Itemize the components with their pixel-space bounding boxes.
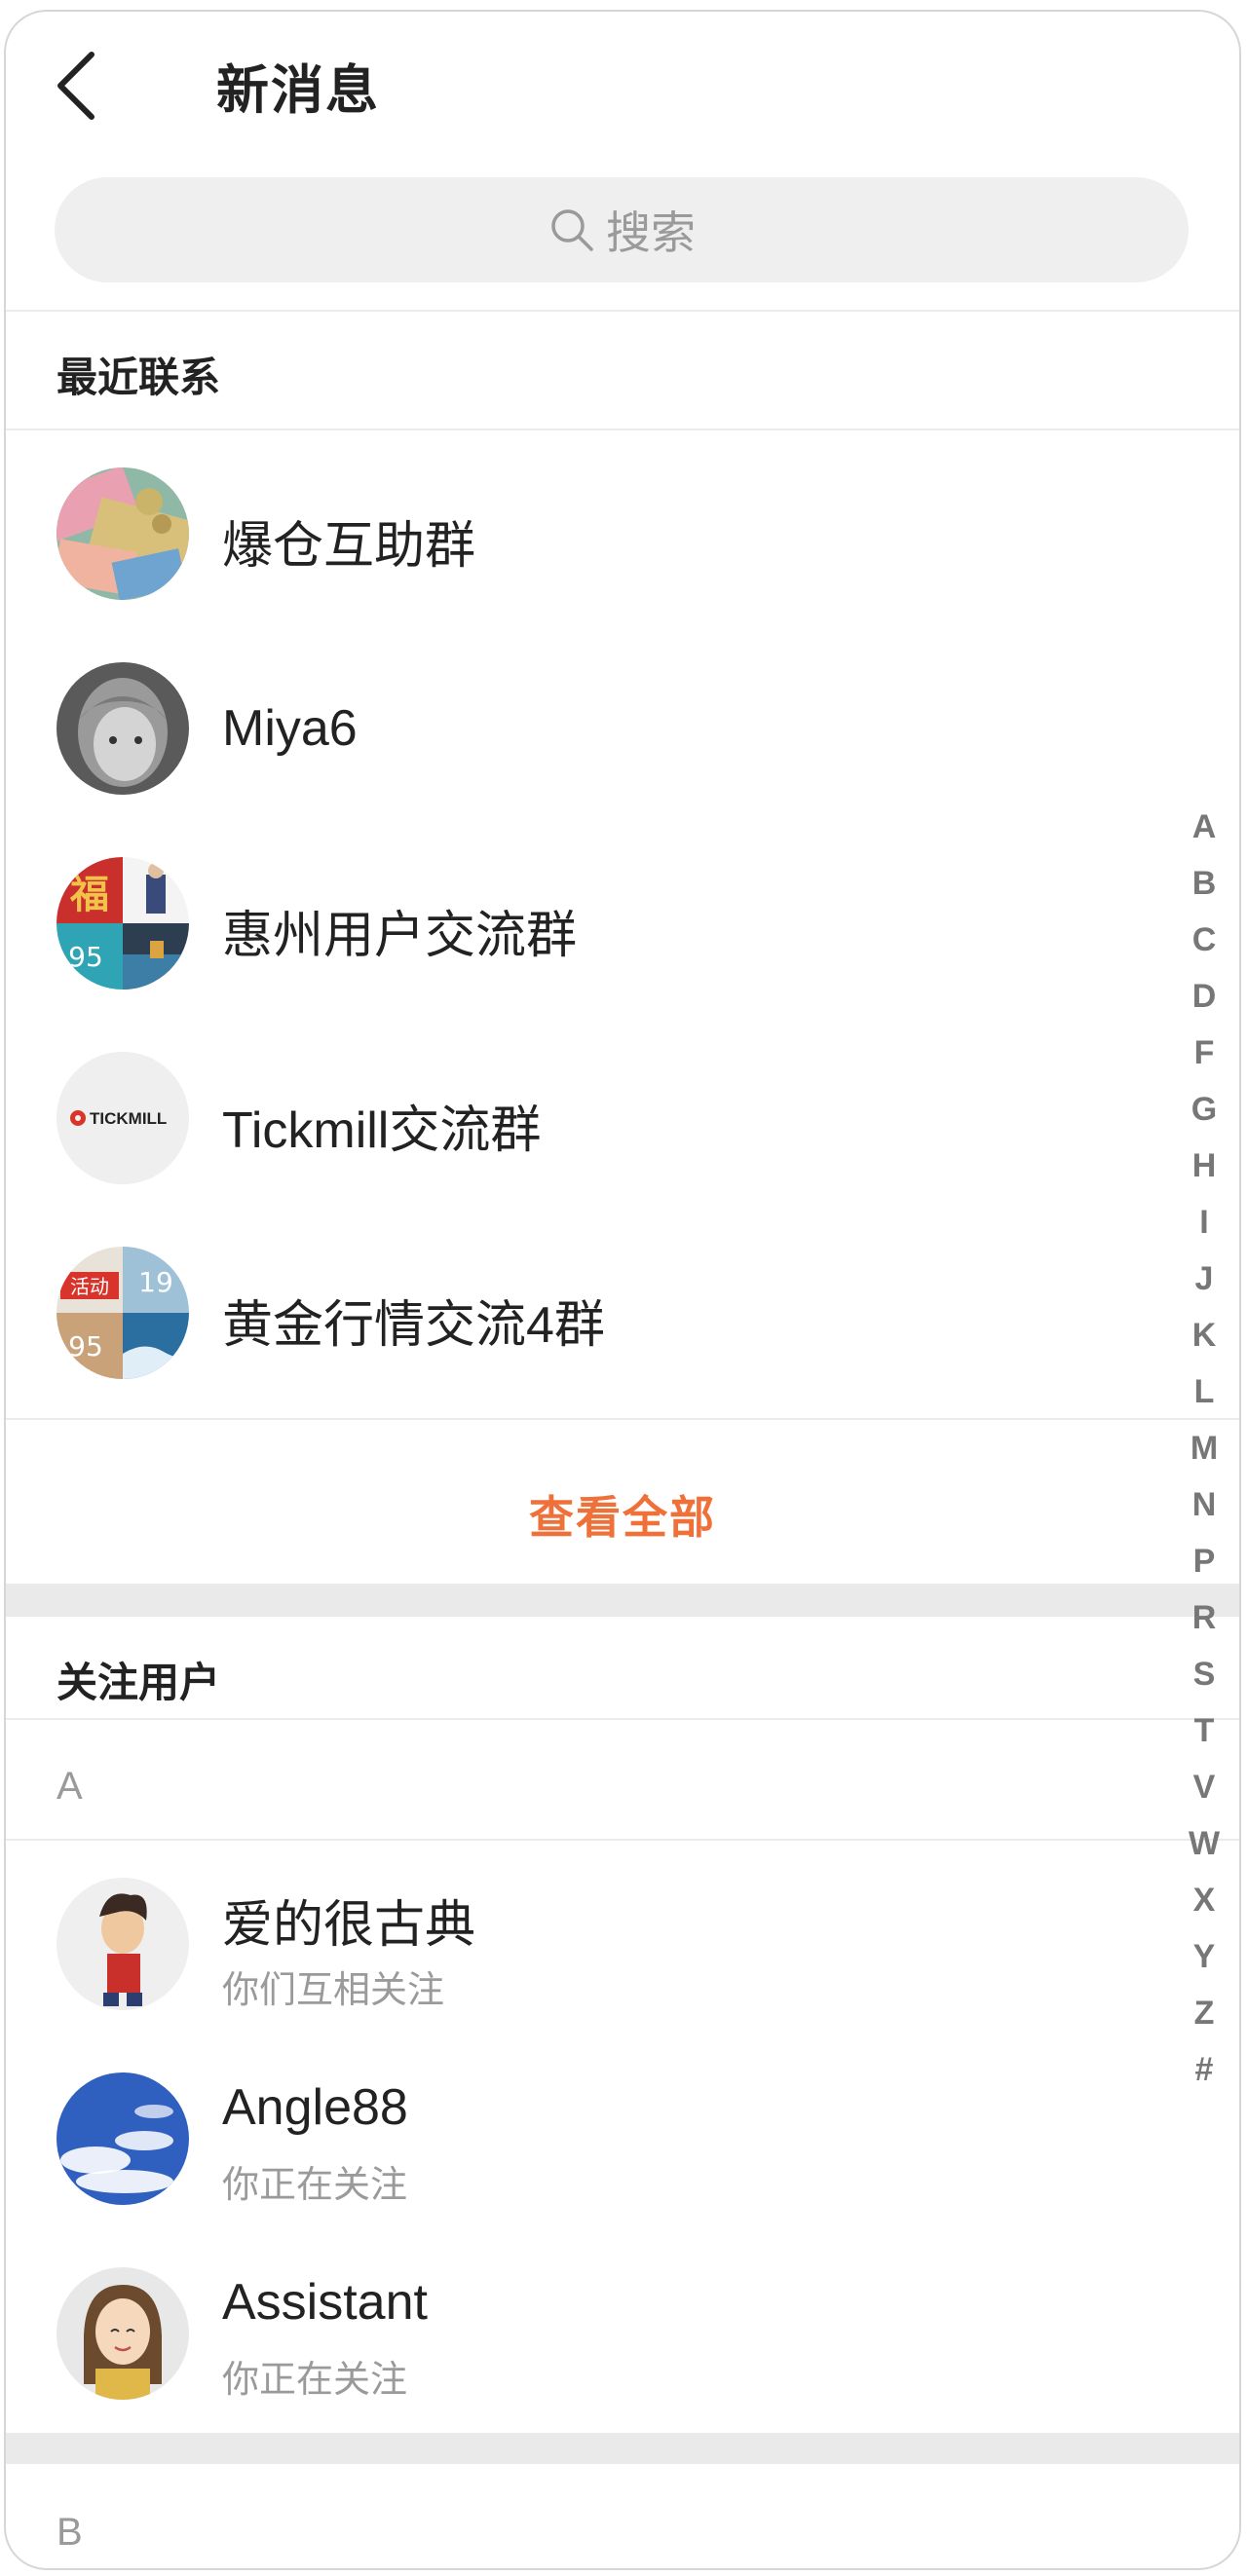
index-letter[interactable]: X — [1183, 1872, 1226, 1928]
letter-header-a: A — [57, 1765, 83, 1808]
contact-name: 爆仓互助群 — [222, 518, 476, 575]
index-letter[interactable]: I — [1183, 1194, 1226, 1251]
contact-name: Miya6 — [222, 700, 358, 757]
recent-contact-row[interactable]: Miya6 — [6, 627, 1239, 822]
group-collage-avatar: 活动 19 95 — [57, 1247, 189, 1379]
index-letter[interactable]: S — [1183, 1646, 1226, 1702]
child-photo-avatar — [57, 662, 189, 795]
alphabet-index[interactable]: A B C D F G H I J K L M N P R S T V W X Y Z # — [1183, 799, 1226, 2098]
follow-status: 你们互相关注 — [222, 1970, 445, 2011]
recent-contact-row[interactable]: 活动 19 95 黄金行情交流4群 — [6, 1212, 1239, 1406]
recent-contact-row[interactable]: 爆仓互助群 — [6, 432, 1239, 627]
index-letter[interactable]: M — [1183, 1420, 1226, 1476]
index-letter[interactable]: H — [1183, 1138, 1226, 1194]
view-all-button[interactable]: 查看全部 — [6, 1482, 1239, 1547]
avatar-text: 95 — [68, 941, 103, 973]
index-letter[interactable]: P — [1183, 1533, 1226, 1589]
index-letter[interactable]: C — [1183, 912, 1226, 968]
index-letter[interactable]: Z — [1183, 1985, 1226, 2041]
divider — [6, 310, 1239, 312]
index-letter[interactable]: N — [1183, 1476, 1226, 1533]
section-separator — [6, 2433, 1239, 2464]
index-letter[interactable]: # — [1183, 2041, 1226, 2098]
search-bar[interactable]: 搜索 — [55, 177, 1189, 282]
following-user-row[interactable]: 爱的很古典 你们互相关注 — [6, 1843, 1239, 2037]
follow-status: 你正在关注 — [222, 2165, 408, 2206]
index-letter[interactable]: F — [1183, 1025, 1226, 1081]
avatar-text: TICKMILL — [90, 1109, 167, 1128]
cartoon-man-avatar — [57, 1878, 189, 2010]
index-letter[interactable]: T — [1183, 1702, 1226, 1759]
group-collage-avatar: 福 95 — [57, 857, 189, 989]
avatar-text: 活动 — [70, 1275, 109, 1298]
following-user-row[interactable]: Angle88 你正在关注 — [6, 2037, 1239, 2232]
back-arrow-icon[interactable] — [49, 47, 107, 125]
index-letter[interactable]: D — [1183, 968, 1226, 1025]
divider — [6, 429, 1239, 430]
following-title: 关注用户 — [57, 1660, 221, 1705]
index-letter[interactable]: R — [1183, 1589, 1226, 1646]
cartoon-woman-avatar — [57, 2267, 189, 2400]
divider — [6, 1839, 1239, 1841]
app-frame: 新消息 搜索 最近联系 爆仓互助群 Miya6 福 95 惠州用户交流群 TIC… — [4, 10, 1241, 2570]
divider — [6, 1718, 1239, 1720]
user-name: Assistant — [222, 2274, 428, 2331]
recent-contact-row[interactable]: 福 95 惠州用户交流群 — [6, 822, 1239, 1017]
sky-clouds-avatar — [57, 2072, 189, 2205]
index-letter[interactable]: B — [1183, 855, 1226, 912]
avatar-text: 19 — [138, 1266, 173, 1298]
search-placeholder: 搜索 — [606, 207, 696, 258]
following-user-row[interactable]: Assistant 你正在关注 — [6, 2232, 1239, 2427]
recent-contacts-title: 最近联系 — [57, 355, 221, 400]
user-name: Angle88 — [222, 2079, 408, 2136]
divider — [6, 1418, 1239, 1420]
section-separator — [6, 1584, 1239, 1617]
page-title: 新消息 — [216, 61, 380, 120]
index-letter[interactable]: Y — [1183, 1928, 1226, 1985]
tickmill-logo-avatar: TICKMILL — [57, 1052, 189, 1184]
follow-status: 你正在关注 — [222, 2360, 408, 2401]
search-icon — [551, 209, 593, 251]
letter-header-b: B — [57, 2511, 83, 2554]
avatar-text: 福 — [69, 873, 109, 917]
contact-name: 惠州用户交流群 — [222, 908, 578, 964]
contact-name: Tickmill交流群 — [222, 1102, 542, 1159]
index-letter[interactable]: K — [1183, 1307, 1226, 1363]
header: 新消息 — [6, 12, 1239, 158]
index-letter[interactable]: W — [1183, 1815, 1226, 1872]
recent-contact-row[interactable]: TICKMILL Tickmill交流群 — [6, 1017, 1239, 1212]
money-collage-avatar — [57, 467, 189, 600]
avatar-text: 95 — [68, 1330, 103, 1363]
contact-name: 黄金行情交流4群 — [222, 1297, 605, 1354]
index-letter[interactable]: V — [1183, 1759, 1226, 1815]
index-letter[interactable]: A — [1183, 799, 1226, 855]
index-letter[interactable]: J — [1183, 1251, 1226, 1307]
index-letter[interactable]: L — [1183, 1363, 1226, 1420]
index-letter[interactable]: G — [1183, 1081, 1226, 1138]
user-name: 爱的很古典 — [222, 1897, 476, 1954]
